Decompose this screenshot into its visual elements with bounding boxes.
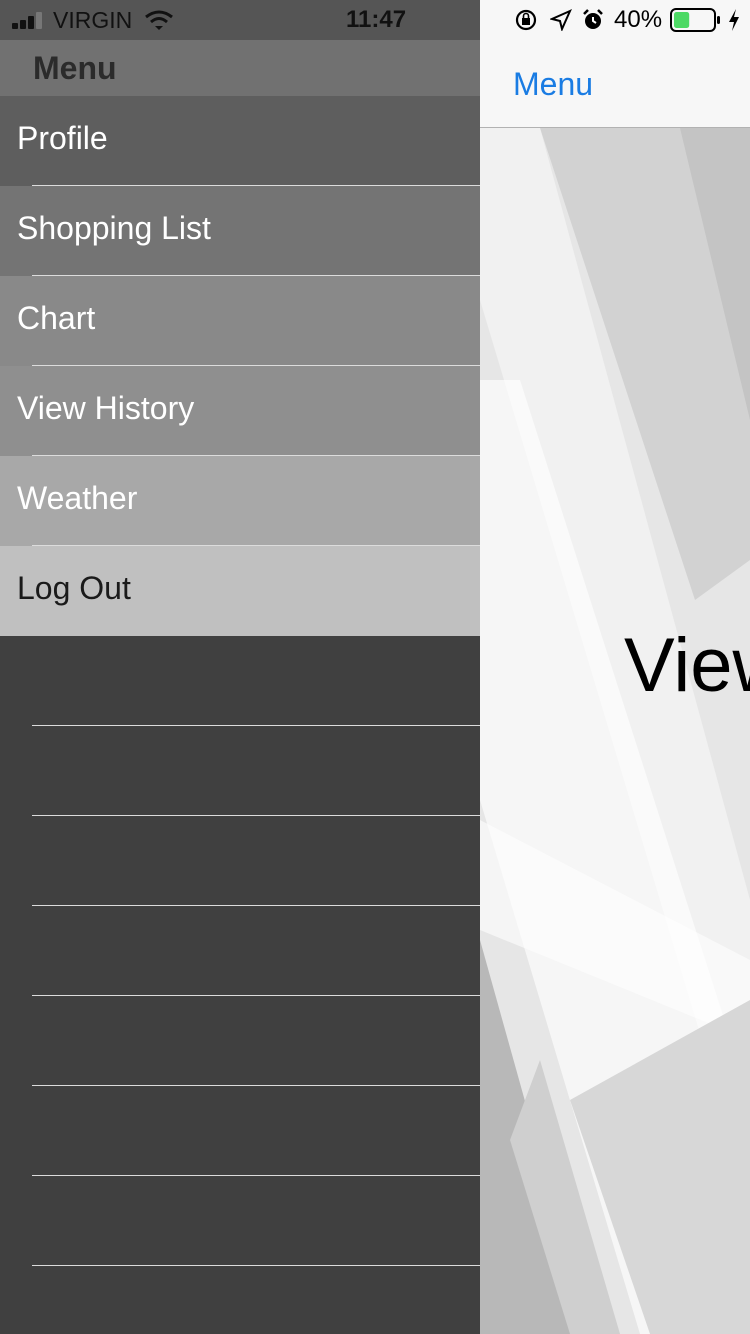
menu-item-label: Weather (17, 480, 138, 516)
drawer-header: Menu (0, 40, 480, 96)
status-bar-right: 40% (480, 0, 750, 40)
row-divider (32, 995, 480, 996)
row-divider (32, 455, 480, 456)
menu-item-label: Log Out (17, 570, 131, 606)
menu-item-profile[interactable]: Profile (0, 96, 480, 186)
row-divider (32, 815, 480, 816)
menu-item-label: Profile (17, 120, 108, 156)
menu-item-weather[interactable]: Weather (0, 456, 480, 546)
empty-menu-row (0, 636, 480, 726)
drawer-title: Menu (33, 50, 117, 86)
battery-percent: 40% (614, 6, 663, 33)
row-divider (32, 275, 480, 276)
main-content: 40% Menu View (480, 0, 750, 1334)
signal-strength-icon (12, 12, 42, 29)
empty-menu-row (0, 1086, 480, 1176)
empty-menu-row (0, 726, 480, 816)
row-divider (32, 1175, 480, 1176)
rotation-lock-icon (515, 9, 537, 31)
empty-menu-row (0, 1176, 480, 1266)
alarm-icon (583, 9, 603, 29)
menu-item-view-history[interactable]: View History (0, 366, 480, 456)
menu-item-label: Chart (17, 300, 96, 336)
battery-icon (670, 8, 720, 32)
row-divider (32, 365, 480, 366)
status-time: 11:47 (346, 6, 407, 33)
menu-item-label: Shopping List (17, 210, 211, 246)
menu-item-chart[interactable]: Chart (0, 276, 480, 366)
menu-item-log-out[interactable]: Log Out (0, 546, 480, 636)
row-divider (32, 1265, 480, 1266)
empty-menu-row (0, 996, 480, 1086)
row-divider (32, 725, 480, 726)
empty-menu-row (0, 906, 480, 996)
empty-menu-row (0, 816, 480, 906)
menu-item-shopping-list[interactable]: Shopping List (0, 186, 480, 276)
menu-nav-button[interactable]: Menu (513, 66, 593, 103)
row-divider (32, 905, 480, 906)
wifi-icon (145, 10, 173, 30)
main-content-text: View (624, 623, 750, 708)
status-bar-left: VIRGIN 11:47 (0, 0, 480, 40)
menu-item-label: View History (17, 390, 195, 426)
row-divider (32, 185, 480, 186)
row-divider (32, 545, 480, 546)
location-icon (550, 9, 572, 31)
navigation-bar: Menu (480, 40, 750, 128)
charging-bolt-icon (729, 9, 739, 31)
carrier-name: VIRGIN (53, 7, 133, 33)
row-divider (32, 1085, 480, 1086)
